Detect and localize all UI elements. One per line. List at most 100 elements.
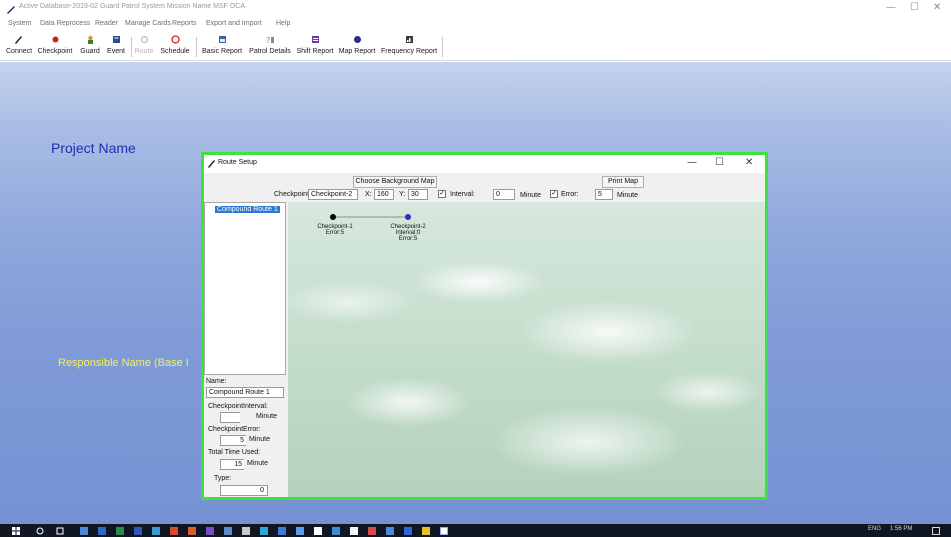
toolbar-separator bbox=[131, 37, 132, 57]
frequency-report-button[interactable]: Frequency Report bbox=[379, 35, 439, 59]
checkpoint-1-caption: Checkpoint-1 Error:5 bbox=[316, 224, 354, 236]
notification-icon[interactable] bbox=[932, 527, 940, 535]
route-setup-title: Route Setup bbox=[218, 159, 257, 166]
taskbar-app-icon[interactable] bbox=[98, 527, 106, 535]
basic-report-button[interactable]: Basic Report bbox=[199, 35, 245, 59]
guard-patrol-taskbar-icon[interactable] bbox=[440, 527, 448, 535]
checkpoint-field-label: Checkpoint: bbox=[274, 191, 311, 198]
toolbar-separator bbox=[442, 37, 443, 57]
route-setup-window: Route Setup — ☐ ✕ Choose Background Map … bbox=[201, 152, 768, 500]
details-icon: ? bbox=[266, 36, 274, 44]
error-checkbox[interactable]: ✓ bbox=[550, 190, 558, 198]
main-client-area: Project Name Responsible Name (Base I Ro… bbox=[0, 62, 951, 524]
shift-report-button[interactable]: Shift Report bbox=[295, 35, 335, 59]
event-button[interactable]: Event bbox=[104, 35, 128, 59]
taskbar-app-icon[interactable] bbox=[278, 527, 286, 535]
menu-data-reprocess[interactable]: Data Reprocess bbox=[40, 20, 90, 27]
taskbar-app-icon[interactable] bbox=[314, 527, 322, 535]
y-label: Y: bbox=[399, 191, 406, 198]
taskbar-app-icon[interactable] bbox=[422, 527, 430, 535]
map-report-button[interactable]: Map Report bbox=[337, 35, 377, 59]
shift-report-label: Shift Report bbox=[296, 48, 334, 55]
language-indicator[interactable]: ENG bbox=[868, 526, 881, 532]
taskbar-app-icon[interactable] bbox=[80, 527, 88, 535]
route-label: Route bbox=[134, 48, 154, 55]
rs-minimize-button[interactable]: — bbox=[687, 157, 697, 168]
excel-icon[interactable] bbox=[116, 527, 124, 535]
rs-maximize-button[interactable]: ☐ bbox=[715, 157, 724, 168]
cp-interval-field[interactable] bbox=[220, 412, 240, 423]
checkpoint-1-marker[interactable] bbox=[330, 214, 336, 220]
error-unit: Minute bbox=[617, 192, 639, 199]
cp-interval-unit: Minute bbox=[256, 413, 278, 420]
menu-reports[interactable]: Reports bbox=[172, 20, 197, 27]
minimize-button[interactable]: — bbox=[886, 2, 896, 13]
schedule-button[interactable]: Schedule bbox=[157, 35, 193, 59]
taskbar-app-icon[interactable] bbox=[296, 527, 304, 535]
taskbar-app-icon[interactable] bbox=[170, 527, 178, 535]
clock[interactable]: 1:56 PM bbox=[890, 526, 912, 532]
print-map-button[interactable]: Print Map bbox=[602, 176, 644, 188]
menu-help[interactable]: Help bbox=[276, 20, 290, 27]
total-time-field[interactable]: 15 bbox=[220, 459, 244, 470]
windows-start-icon[interactable] bbox=[12, 527, 20, 535]
menu-export-import[interactable]: Export and Import bbox=[206, 20, 262, 27]
event-book-icon bbox=[112, 36, 120, 43]
red-dot-icon bbox=[52, 36, 58, 43]
edge-icon[interactable] bbox=[404, 527, 412, 535]
taskbar-app-icon[interactable] bbox=[242, 527, 250, 535]
cp-error-field[interactable]: 5 bbox=[220, 435, 246, 446]
route-tree: Compound Route 1 bbox=[204, 202, 286, 375]
app-pen-icon bbox=[7, 6, 15, 14]
x-field[interactable]: 160 bbox=[374, 189, 394, 200]
pen-icon bbox=[14, 36, 22, 44]
total-time-unit: Minute bbox=[247, 460, 269, 467]
taskbar-app-icon[interactable] bbox=[260, 527, 268, 535]
tree-item-compound-route-1[interactable]: Compound Route 1 bbox=[215, 206, 280, 213]
checkpoint-button[interactable]: Checkpoint bbox=[34, 35, 76, 59]
type-label: Type: bbox=[214, 475, 232, 482]
type-field[interactable]: 0 bbox=[220, 485, 268, 496]
search-icon[interactable] bbox=[36, 527, 44, 535]
connect-button[interactable]: Connect bbox=[6, 35, 32, 59]
close-button[interactable]: ✕ bbox=[933, 2, 941, 13]
powerpoint-icon[interactable] bbox=[188, 527, 196, 535]
word-icon[interactable] bbox=[134, 527, 142, 535]
taskbar-app-icon[interactable] bbox=[332, 527, 340, 535]
route-map[interactable]: Checkpoint-1 Error:5 Checkpoint-2 Interv… bbox=[288, 202, 765, 497]
guard-icon bbox=[87, 35, 93, 44]
menu-system[interactable]: System bbox=[8, 20, 31, 27]
choose-background-map-button[interactable]: Choose Background Map bbox=[353, 176, 437, 188]
frequency-report-icon bbox=[405, 36, 413, 43]
route-icon bbox=[140, 35, 148, 44]
name-field[interactable]: Compound Route 1 bbox=[206, 387, 284, 398]
interval-unit: Minute bbox=[520, 192, 542, 199]
guard-label: Guard bbox=[80, 48, 100, 55]
taskbar-app-icon[interactable] bbox=[350, 527, 358, 535]
patrol-details-button[interactable]: ? Patrol Details bbox=[247, 35, 293, 59]
cp-error-unit: Minute bbox=[249, 436, 271, 443]
interval-checkbox[interactable]: ✓ bbox=[438, 190, 446, 198]
maximize-button[interactable]: ☐ bbox=[910, 2, 919, 13]
menu-manage-cards[interactable]: Manage Cards bbox=[125, 20, 171, 27]
frequency-report-label: Frequency Report bbox=[380, 48, 438, 55]
menu-reader[interactable]: Reader bbox=[95, 20, 118, 27]
guard-button[interactable]: Guard bbox=[79, 35, 101, 59]
project-name: Project Name bbox=[51, 140, 136, 156]
taskbar-app-icon[interactable] bbox=[224, 527, 232, 535]
checkpoint-label: Checkpoint bbox=[37, 48, 73, 55]
interval-field[interactable]: 0 bbox=[493, 189, 515, 200]
task-view-icon[interactable] bbox=[56, 527, 64, 535]
taskbar: ENG 1:56 PM bbox=[0, 524, 951, 537]
checkpoint-1-error: Error:5 bbox=[325, 230, 345, 236]
taskbar-app-icon[interactable] bbox=[386, 527, 394, 535]
checkpoint-2-marker[interactable] bbox=[405, 214, 411, 220]
checkpoint-field[interactable]: Checkpoint-2 bbox=[308, 189, 358, 200]
taskbar-app-icon[interactable] bbox=[368, 527, 376, 535]
y-field[interactable]: 30 bbox=[408, 189, 428, 200]
taskbar-app-icon[interactable] bbox=[152, 527, 160, 535]
error-field[interactable]: 5 bbox=[595, 189, 613, 200]
route-button[interactable]: Route bbox=[134, 35, 154, 59]
rs-close-button[interactable]: ✕ bbox=[745, 157, 753, 168]
taskbar-app-icon[interactable] bbox=[206, 527, 214, 535]
